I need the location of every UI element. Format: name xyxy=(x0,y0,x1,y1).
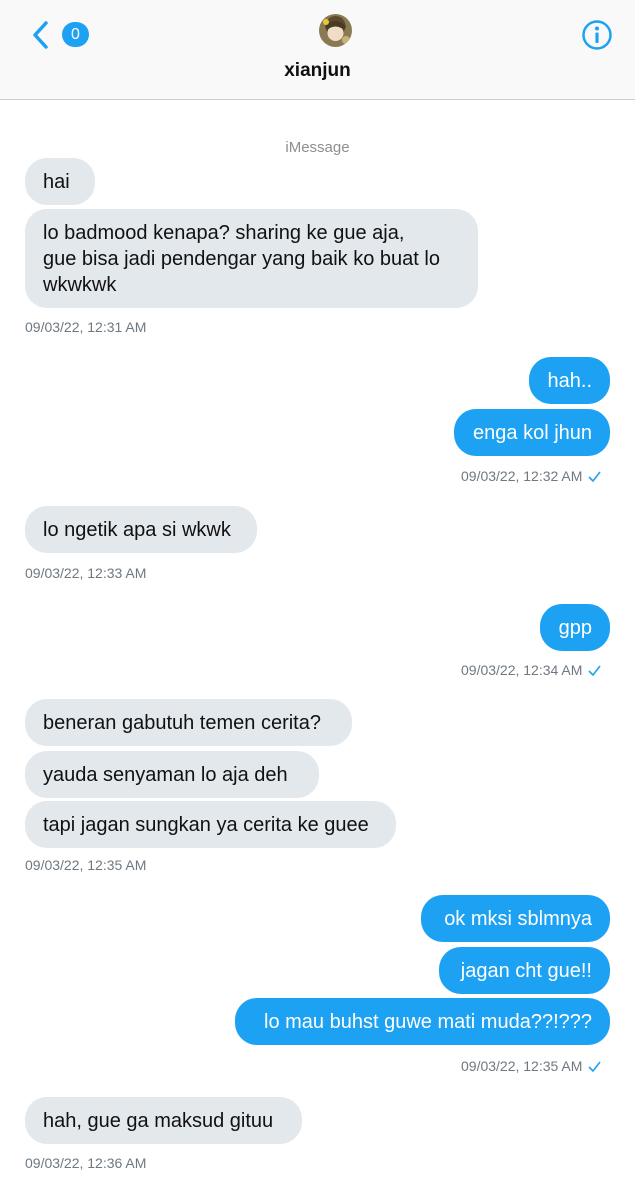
message-line: lo badmood kenapa? sharing ke gue aja, xyxy=(43,221,405,244)
incoming-message[interactable]: hah, gue ga maksud gituu xyxy=(25,1097,302,1144)
checkmark-icon xyxy=(588,1061,602,1072)
timestamp: 09/03/22, 12:31 AM xyxy=(25,319,147,335)
checkmark-icon xyxy=(588,471,602,482)
avatar[interactable] xyxy=(319,14,352,47)
outgoing-message[interactable]: ok mksi sblmnya xyxy=(421,895,610,942)
service-label: iMessage xyxy=(285,139,350,156)
outgoing-message[interactable]: hah.. xyxy=(529,357,610,404)
timestamp: 09/03/22, 12:35 AM xyxy=(25,857,147,873)
timestamp-read: 09/03/22, 12:34 AM xyxy=(461,662,602,678)
conversation-header: 0 xianjun xyxy=(0,0,635,100)
message-line: gue bisa jadi pendengar yang baik ko bua… xyxy=(43,247,440,270)
contact-name[interactable]: xianjun xyxy=(0,60,635,82)
checkmark-icon xyxy=(588,665,602,676)
timestamp: 09/03/22, 12:35 AM xyxy=(461,1058,583,1074)
unread-count-badge[interactable]: 0 xyxy=(62,22,89,47)
chevron-left-icon[interactable] xyxy=(28,18,54,52)
outgoing-message[interactable]: enga kol jhun xyxy=(454,409,610,456)
timestamp: 09/03/22, 12:33 AM xyxy=(25,565,147,581)
info-icon[interactable] xyxy=(581,19,613,51)
incoming-message[interactable]: hai xyxy=(25,158,95,205)
timestamp: 09/03/22, 12:34 AM xyxy=(461,662,583,678)
incoming-message[interactable]: tapi jagan sungkan ya cerita ke guee xyxy=(25,801,396,848)
timestamp: 09/03/22, 12:36 AM xyxy=(25,1155,147,1171)
incoming-message[interactable]: beneran gabutuh temen cerita? xyxy=(25,699,352,746)
incoming-message[interactable]: lo badmood kenapa? sharing ke gue aja, g… xyxy=(25,209,478,308)
outgoing-message[interactable]: lo mau buhst guwe mati muda??!??? xyxy=(235,998,610,1045)
timestamp-read: 09/03/22, 12:32 AM xyxy=(461,468,602,484)
outgoing-message[interactable]: gpp xyxy=(540,604,610,651)
outgoing-message[interactable]: jagan cht gue!! xyxy=(439,947,610,994)
incoming-message[interactable]: lo ngetik apa si wkwk xyxy=(25,506,257,553)
timestamp-read: 09/03/22, 12:35 AM xyxy=(461,1058,602,1074)
incoming-message[interactable]: yauda senyaman lo aja deh xyxy=(25,751,319,798)
message-line: wkwkwk xyxy=(43,273,117,296)
timestamp: 09/03/22, 12:32 AM xyxy=(461,468,583,484)
